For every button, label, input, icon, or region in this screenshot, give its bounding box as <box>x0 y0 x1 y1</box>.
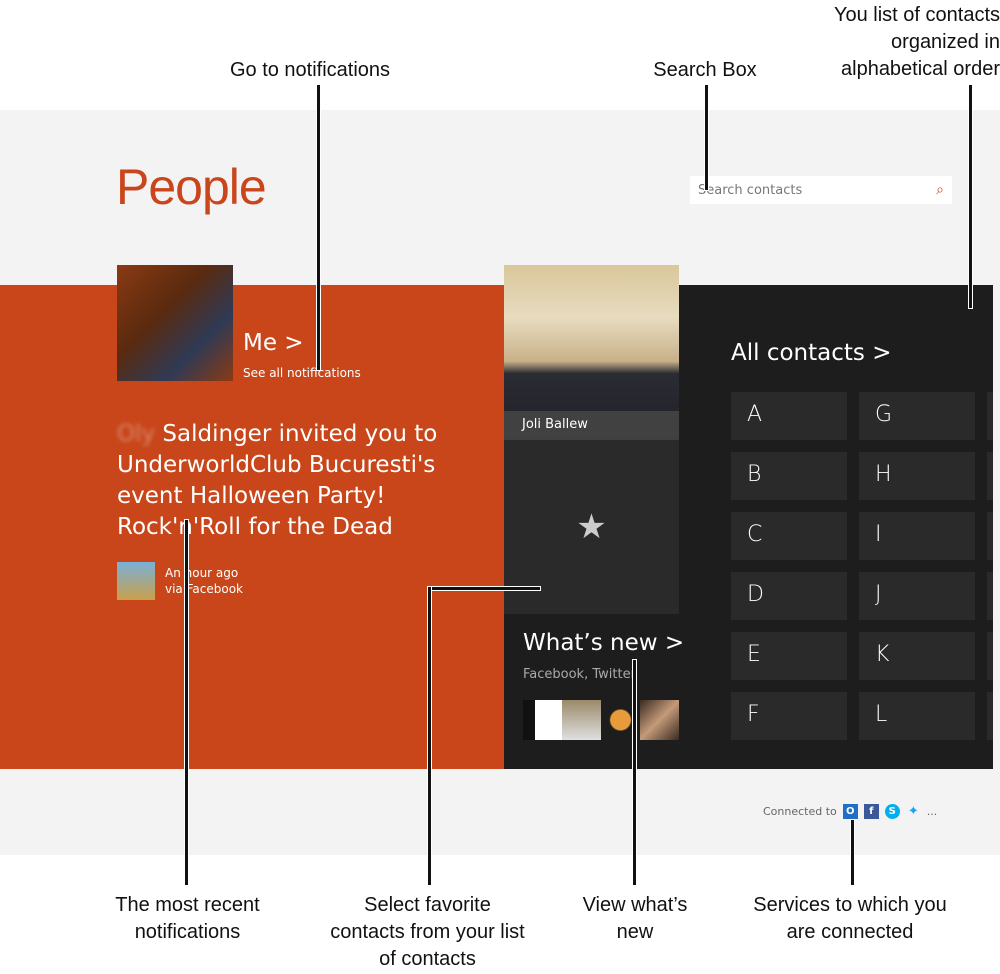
notification-source: via Facebook <box>165 582 243 596</box>
search-icon[interactable]: ⌕ <box>936 182 944 198</box>
callout-line <box>430 587 540 590</box>
thumbnail <box>562 700 601 740</box>
letter-tile-c[interactable]: C <box>731 512 847 560</box>
callout-line <box>969 85 972 308</box>
letter-tile-e[interactable]: E <box>731 632 847 680</box>
me-link[interactable]: Me > <box>243 330 304 356</box>
annotation-recent: The most recent notifications <box>115 894 260 943</box>
letter-tile-partial[interactable] <box>987 392 993 440</box>
callout-line <box>633 660 636 885</box>
callout-line <box>185 520 188 885</box>
letter-tile-g[interactable]: G <box>859 392 975 440</box>
more-services[interactable]: ... <box>927 805 938 818</box>
blurred-name: Oly <box>117 421 156 447</box>
letter-tile-l[interactable]: L <box>859 692 975 740</box>
twitter-icon[interactable]: ✦ <box>906 804 921 819</box>
all-contacts-link[interactable]: All contacts > <box>731 340 891 366</box>
outlook-icon[interactable]: O <box>842 804 858 819</box>
annotation-services: Services to which you are connected <box>753 894 947 943</box>
annotation-favorites: Select favorite contacts from your list … <box>330 894 525 970</box>
search-input[interactable]: Search contacts ⌕ <box>690 176 952 204</box>
letter-tile-j[interactable]: J <box>859 572 975 620</box>
letter-tile-partial[interactable] <box>987 512 993 560</box>
callout-line <box>428 587 431 885</box>
letter-tile-h[interactable]: H <box>859 452 975 500</box>
annotation-notifications: Go to notifications <box>229 59 391 81</box>
letter-tile-partial[interactable] <box>987 632 993 680</box>
page-title: People <box>116 159 267 215</box>
callout-line <box>851 820 854 885</box>
letter-tile-d[interactable]: D <box>731 572 847 620</box>
whats-new-subtitle: Facebook, Twitter <box>523 667 636 682</box>
letter-tile-f[interactable]: F <box>731 692 847 740</box>
annotation-contacts: You list of contacts organized in alphab… <box>833 4 1000 80</box>
callout-line <box>705 85 708 190</box>
connected-services: Connected to O f S ✦ ... <box>763 804 937 819</box>
whats-new-link[interactable]: What’s new > <box>523 630 684 656</box>
letter-tile-partial[interactable] <box>987 452 993 500</box>
search-placeholder: Search contacts <box>698 182 803 198</box>
annotation-whatsnew: View what’s new <box>582 894 688 943</box>
notification-text[interactable]: Oly Saldinger invited you to UnderworldC… <box>117 419 477 543</box>
thumbnail <box>523 700 562 740</box>
notification-meta: An hour ago via Facebook <box>165 565 243 597</box>
see-all-notifications-link[interactable]: See all notifications <box>243 366 361 380</box>
notification-avatar <box>117 562 155 600</box>
letter-tile-partial[interactable] <box>987 572 993 620</box>
letter-tile-a[interactable]: A <box>731 392 847 440</box>
skype-icon[interactable]: S <box>884 804 900 819</box>
notification-time: An hour ago <box>165 566 239 580</box>
thumbnail <box>640 700 679 740</box>
star-icon: ★ <box>576 507 607 547</box>
annotation-search: Search Box <box>653 59 757 81</box>
favorite-contact-name[interactable]: Joli Ballew <box>504 411 679 440</box>
letter-tile-b[interactable]: B <box>731 452 847 500</box>
letter-tile-k[interactable]: K <box>859 632 975 680</box>
callout-line <box>317 85 320 370</box>
connected-label: Connected to <box>763 805 837 818</box>
me-avatar[interactable] <box>117 265 233 381</box>
letter-tile-partial[interactable] <box>987 692 993 740</box>
letter-tile-i[interactable]: I <box>859 512 975 560</box>
facebook-icon[interactable]: f <box>863 804 879 819</box>
whats-new-thumbnails[interactable] <box>523 700 679 740</box>
notification-body: Saldinger invited you to UnderworldClub … <box>117 421 438 540</box>
